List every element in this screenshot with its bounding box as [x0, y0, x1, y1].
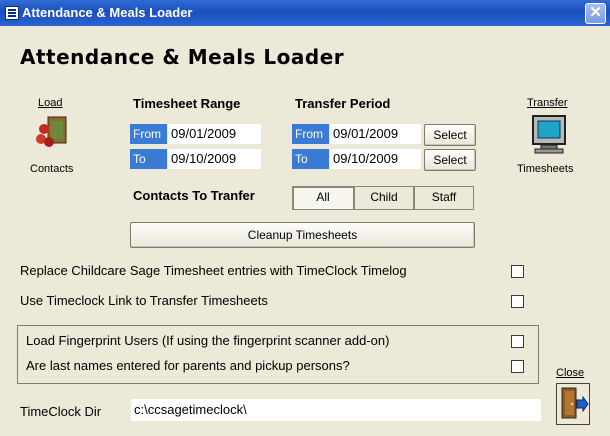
transfer-to-label: To [292, 149, 329, 169]
load-label: Load [38, 97, 63, 109]
load-contacts-button[interactable] [34, 113, 70, 151]
timeclock-dir-label: TimeClock Dir [20, 404, 102, 419]
timesheet-from-label: From [130, 124, 167, 144]
monitor-icon [532, 115, 566, 154]
contacts-option-child[interactable]: Child [354, 186, 414, 210]
lastnames-label: Are last names entered for parents and p… [26, 358, 350, 373]
transfer-to-select-button[interactable]: Select [424, 149, 476, 171]
replace-entries-label: Replace Childcare Sage Timesheet entries… [20, 263, 407, 278]
fingerprint-checkbox[interactable] [511, 335, 524, 348]
transfer-from-select-button[interactable]: Select [424, 124, 476, 146]
use-link-label: Use Timeclock Link to Transfer Timesheet… [20, 293, 268, 308]
transfer-to-field[interactable]: 09/10/2009 [330, 149, 421, 169]
exit-door-icon [561, 387, 589, 419]
use-link-checkbox[interactable] [511, 295, 524, 308]
form-icon [5, 6, 19, 20]
contacts-option-all[interactable]: All [292, 186, 354, 210]
timesheet-from-field[interactable]: 09/01/2009 [168, 124, 261, 144]
timeclock-dir-field[interactable]: c:\ccsagetimeclock\ [131, 399, 541, 421]
lastnames-checkbox[interactable] [511, 360, 524, 373]
contacts-option-staff[interactable]: Staff [414, 186, 474, 210]
transfer-timesheets-button[interactable] [531, 114, 567, 154]
timesheet-range-label: Timesheet Range [133, 96, 241, 111]
transfer-label: Transfer [527, 97, 568, 109]
transfer-from-field[interactable]: 09/01/2009 [330, 124, 421, 144]
cleanup-timesheets-button[interactable]: Cleanup Timesheets [130, 222, 475, 248]
close-label: Close [556, 367, 585, 379]
timesheets-label: Timesheets [517, 163, 574, 175]
transfer-from-label: From [292, 124, 329, 144]
main-window: Attendance & Meals Loader ✕ Attendance &… [0, 0, 610, 436]
window-close-button[interactable]: ✕ [585, 3, 606, 24]
transfer-period-label: Transfer Period [295, 96, 391, 111]
close-button[interactable] [556, 383, 590, 425]
fingerprint-label: Load Fingerprint Users (If using the fin… [26, 333, 390, 348]
contacts-icon [36, 116, 67, 147]
replace-entries-checkbox[interactable] [511, 265, 524, 278]
contacts-label: Contacts [30, 163, 74, 175]
title-bar[interactable]: Attendance & Meals Loader ✕ [0, 0, 610, 26]
window-title: Attendance & Meals Loader [22, 5, 193, 20]
page-title: Attendance & Meals Loader [20, 45, 345, 69]
contacts-to-transfer-label: Contacts To Tranfer [133, 188, 255, 203]
timesheet-to-field[interactable]: 09/10/2009 [168, 149, 261, 169]
timesheet-to-label: To [130, 149, 167, 169]
